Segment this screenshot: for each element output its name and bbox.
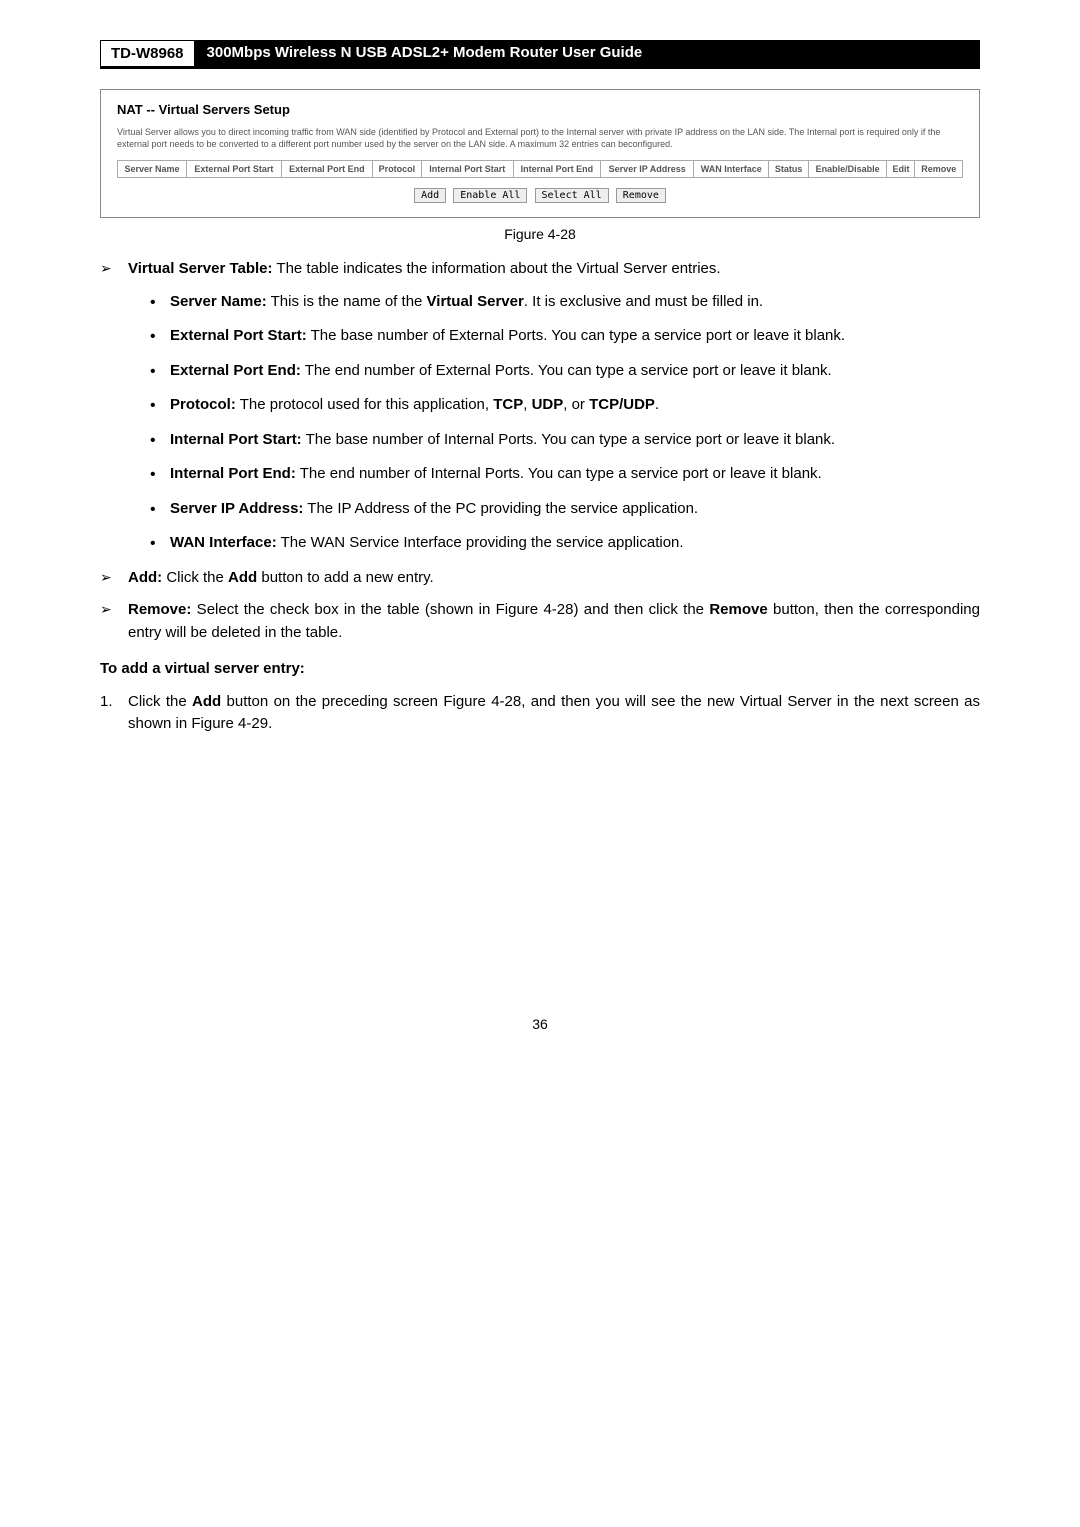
virtual-server-table-desc: Virtual Server Table: The table indicate…: [128, 258, 980, 281]
bullet-ext-start: External Port Start: The base number of …: [150, 325, 980, 348]
bullet-int-end: Internal Port End: The end number of Int…: [150, 463, 980, 486]
bullet-ext-end: External Port End: The end number of Ext…: [150, 360, 980, 383]
col-ext-end: External Port End: [281, 161, 372, 178]
model-label: TD-W8968: [100, 40, 195, 67]
col-ext-start: External Port Start: [187, 161, 282, 178]
to-add-heading: To add a virtual server entry:: [100, 658, 980, 681]
figure-caption: Figure 4-28: [100, 226, 980, 242]
add-desc: Add: Click the Add button to add a new e…: [128, 567, 980, 590]
col-protocol: Protocol: [372, 161, 421, 178]
col-enable: Enable/Disable: [808, 161, 887, 178]
col-edit: Edit: [887, 161, 915, 178]
col-int-end: Internal Port End: [513, 161, 601, 178]
bullet-server-ip: Server IP Address: The IP Address of the…: [150, 498, 980, 521]
remove-desc: Remove: Select the check box in the tabl…: [128, 599, 980, 644]
guide-title: 300Mbps Wireless N USB ADSL2+ Modem Rout…: [195, 40, 980, 67]
step-1-text: Click the Add button on the preceding sc…: [128, 691, 980, 736]
enable-all-button[interactable]: Enable All: [453, 188, 527, 203]
arrow-icon: ➢: [100, 567, 128, 590]
arrow-icon: ➢: [100, 258, 128, 281]
bullet-protocol: Protocol: The protocol used for this app…: [150, 394, 980, 417]
col-wan: WAN Interface: [694, 161, 769, 178]
col-server-name: Server Name: [118, 161, 187, 178]
page-number: 36: [100, 1016, 980, 1032]
bullet-int-start: Internal Port Start: The base number of …: [150, 429, 980, 452]
arrow-icon: ➢: [100, 599, 128, 644]
nat-description: Virtual Server allows you to direct inco…: [117, 127, 963, 150]
remove-button[interactable]: Remove: [616, 188, 666, 203]
add-button[interactable]: Add: [414, 188, 446, 203]
nat-title: NAT -- Virtual Servers Setup: [117, 102, 963, 117]
nat-screenshot: NAT -- Virtual Servers Setup Virtual Ser…: [100, 89, 980, 218]
step-number: 1.: [100, 691, 128, 736]
bullet-wan: WAN Interface: The WAN Service Interface…: [150, 532, 980, 555]
select-all-button[interactable]: Select All: [535, 188, 609, 203]
bullet-server-name: Server Name: This is the name of the Vir…: [150, 291, 980, 314]
col-int-start: Internal Port Start: [421, 161, 513, 178]
header-bar: TD-W8968 300Mbps Wireless N USB ADSL2+ M…: [100, 40, 980, 67]
col-status: Status: [769, 161, 808, 178]
col-remove: Remove: [915, 161, 963, 178]
col-server-ip: Server IP Address: [601, 161, 694, 178]
header-rule: [100, 67, 980, 69]
nat-table: Server Name External Port Start External…: [117, 160, 963, 178]
button-row: Add Enable All Select All Remove: [117, 188, 963, 203]
